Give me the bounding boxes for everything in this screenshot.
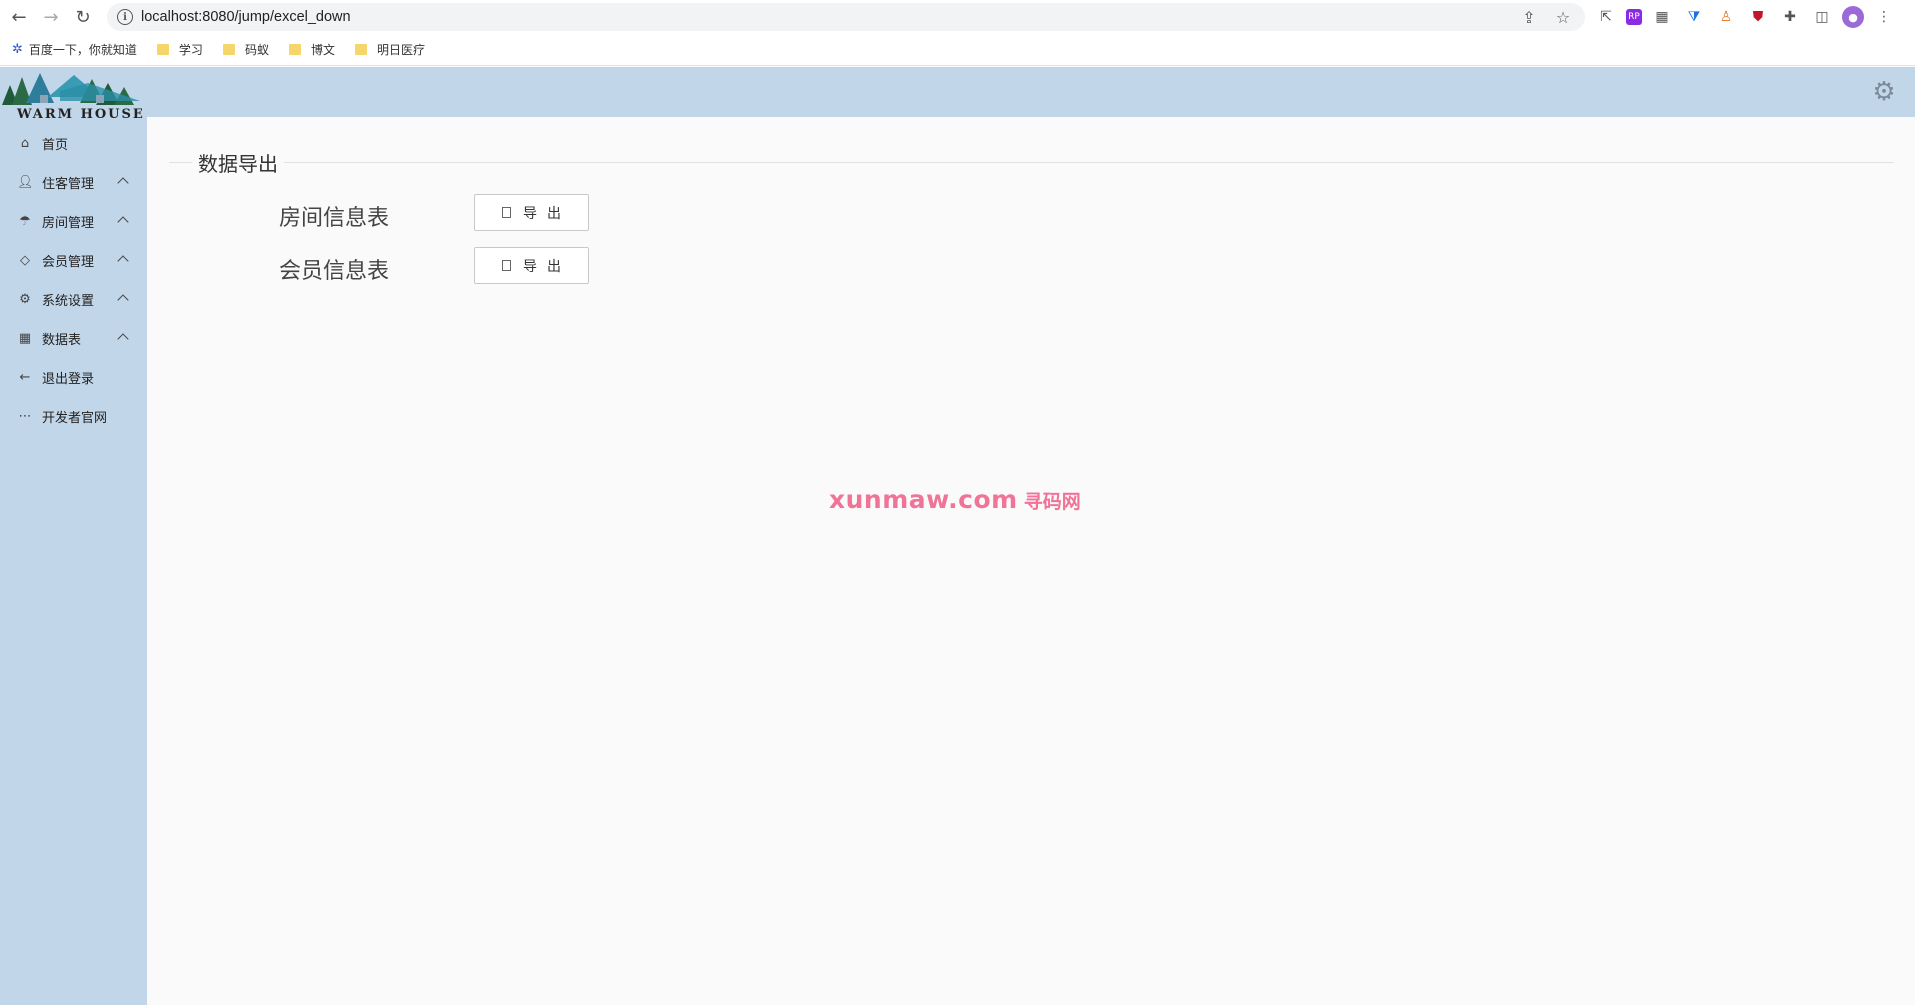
address-bar[interactable]: i localhost:8080/jump/excel_down ⇪ ☆	[107, 3, 1585, 31]
bookmark-folder-mingri[interactable]: 明日医疗	[354, 41, 425, 58]
chevron-up-icon	[117, 255, 129, 267]
export-row-members: 会员信息表 导出	[147, 247, 747, 287]
watermark: xunmaw.com 寻码网	[829, 485, 1081, 514]
sidebar-item-home[interactable]: ⌂ 首页	[0, 124, 147, 163]
palm-icon: ☂	[19, 214, 31, 229]
sidebar-item-datatables[interactable]: ▦ 数据表	[0, 319, 147, 358]
kebab-menu-icon[interactable]: ⋮	[1872, 5, 1896, 29]
bookmark-baidu[interactable]: ✲ 百度一下，你就知道	[12, 41, 137, 58]
bookmarks-bar: ✲ 百度一下，你就知道 学习 码蚁 博文 明日医疗	[0, 34, 1915, 66]
arrow-left-icon: ←	[19, 370, 31, 385]
gear-icon: ⚙	[19, 292, 31, 307]
sidebar-item-guests[interactable]: 👤︎ 住客管理	[0, 163, 147, 202]
bookmark-folder-bowen[interactable]: 博文	[288, 41, 335, 58]
url-text[interactable]: localhost:8080/jump/excel_down	[141, 9, 351, 25]
home-icon: ⌂	[20, 136, 30, 151]
row-label: 会员信息表	[279, 259, 390, 284]
rp-extension-icon[interactable]: RP	[1626, 9, 1642, 25]
back-arrow-icon[interactable]: ←	[6, 4, 32, 30]
folder-icon	[288, 44, 301, 55]
folder-icon	[156, 44, 169, 55]
more-icon: ⋯	[18, 409, 32, 424]
forward-arrow-icon[interactable]: →	[38, 4, 64, 30]
warm-house-logo[interactable]: WARM HOUSE	[0, 67, 147, 122]
export-rooms-button[interactable]: 导出	[474, 194, 589, 231]
figure-extension-icon[interactable]: ♙	[1714, 5, 1738, 29]
section-title: 数据导出	[192, 148, 284, 177]
download-icon	[502, 260, 511, 271]
ublock-extension-icon[interactable]: ⛊	[1746, 5, 1770, 29]
sidebar-item-developer-site[interactable]: ⋯ 开发者官网	[0, 397, 147, 436]
sidebar-item-rooms[interactable]: ☂ 房间管理	[0, 202, 147, 241]
sidebar-item-settings[interactable]: ⚙ 系统设置	[0, 280, 147, 319]
site-info-icon[interactable]: i	[117, 9, 133, 25]
chevron-up-icon	[117, 177, 129, 189]
sidebar-menu: ⌂ 首页 👤︎ 住客管理 ☂ 房间管理 ◇ 会员管理 ⚙ 系统设置 ▦ 数据表	[0, 124, 147, 436]
settings-gear-icon[interactable]: ⚙	[1871, 79, 1897, 105]
reload-icon[interactable]: ↻	[70, 4, 96, 30]
sidebar-item-logout[interactable]: ← 退出登录	[0, 358, 147, 397]
download-icon	[502, 207, 511, 218]
chevron-up-icon	[117, 333, 129, 345]
section-divider	[169, 162, 1894, 163]
browser-toolbar: ← → ↻ i localhost:8080/jump/excel_down ⇪…	[0, 0, 1915, 34]
store-extension-icon[interactable]: ▦	[1650, 5, 1674, 29]
row-label: 房间信息表	[279, 206, 390, 231]
diamond-icon: ◇	[20, 253, 30, 268]
app-header: ⚙	[147, 67, 1915, 117]
folder-icon	[222, 44, 235, 55]
sidebar-item-members[interactable]: ◇ 会员管理	[0, 241, 147, 280]
chevron-up-icon	[117, 216, 129, 228]
bookmark-star-icon[interactable]: ☆	[1553, 7, 1573, 27]
folder-icon	[354, 44, 367, 55]
extensions-bar: ⇱ RP ▦ ⧩ ♙ ⛊ ✚ ◫ ● ⋮	[1594, 5, 1896, 29]
user-icon: 👤︎	[17, 175, 34, 190]
side-panel-icon[interactable]: ◫	[1810, 5, 1834, 29]
sidebar: WARM HOUSE ⌂ 首页 👤︎ 住客管理 ☂ 房间管理 ◇ 会员管理 ⚙ …	[0, 67, 147, 1005]
share-icon[interactable]: ⇪	[1519, 7, 1539, 27]
bookmark-folder-study[interactable]: 学习	[156, 41, 203, 58]
chevron-up-icon	[117, 294, 129, 306]
logo-text: WARM HOUSE	[17, 107, 145, 122]
table-icon: ▦	[18, 331, 32, 346]
profile-avatar-icon[interactable]: ●	[1842, 6, 1864, 28]
baidu-paw-icon: ✲	[12, 42, 23, 57]
main-content: 数据导出 房间信息表 导出 会员信息表 导出	[147, 117, 1915, 1005]
cursor-extension-icon[interactable]: ⇱	[1594, 5, 1618, 29]
bookmark-folder-mayi[interactable]: 码蚁	[222, 41, 269, 58]
export-members-button[interactable]: 导出	[474, 247, 589, 284]
export-row-rooms: 房间信息表 导出	[147, 194, 747, 234]
puzzle-extensions-icon[interactable]: ✚	[1778, 5, 1802, 29]
layers-extension-icon[interactable]: ⧩	[1682, 5, 1706, 29]
